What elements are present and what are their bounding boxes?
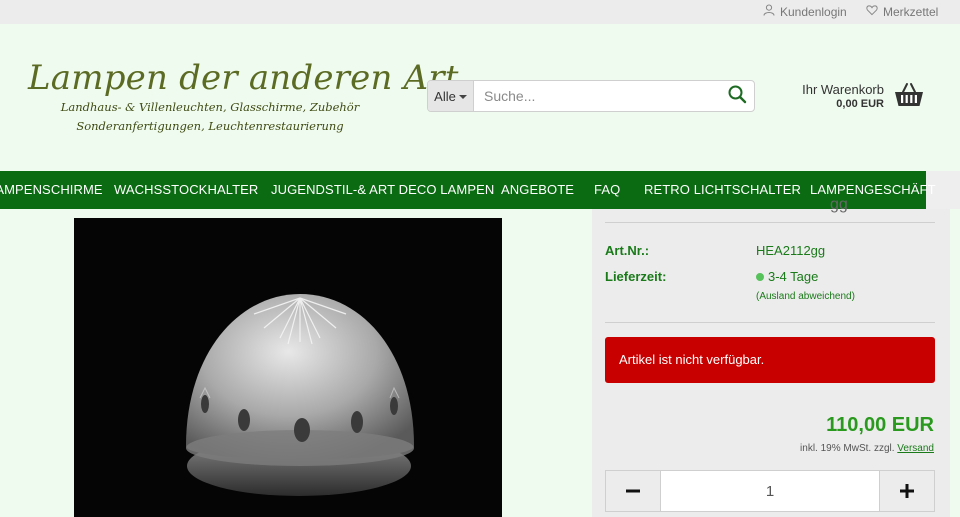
status-dot-icon <box>756 273 764 281</box>
customer-login-link[interactable]: Kundenlogin <box>763 4 847 19</box>
product-title-fragment: gg <box>830 196 848 213</box>
search-icon <box>727 84 747 109</box>
cart-total: 0,00 EUR <box>836 98 884 110</box>
search-button[interactable] <box>720 81 754 111</box>
availability-alert: Artikel ist nicht verfügbar. <box>605 337 935 383</box>
heart-icon <box>866 4 878 19</box>
quantity-increase-button[interactable] <box>879 471 934 511</box>
nav-item-angebote[interactable]: ANGEBOTE <box>501 171 574 209</box>
delivery-note: (Ausland abweichend) <box>756 291 855 302</box>
sku-label: Art.Nr.: <box>605 243 650 258</box>
main-navigation: LAMPENSCHIRME WACHSSTOCKHALTER JUGENDSTI… <box>0 171 960 209</box>
nav-item-faq[interactable]: FAQ <box>594 171 620 209</box>
quantity-decrease-button[interactable] <box>606 471 661 511</box>
logo-tagline-1: Landhaus- & Villenleuchten, Glasschirme,… <box>60 100 360 114</box>
tax-note: inkl. 19% MwSt. zzgl. Versand <box>800 443 934 454</box>
cart-label: Ihr Warenkorb <box>802 82 884 97</box>
quantity-input[interactable] <box>661 471 879 511</box>
wishlist-link[interactable]: Merkzettel <box>866 4 938 19</box>
delivery-label: Lieferzeit: <box>605 269 667 284</box>
divider <box>605 222 935 223</box>
tax-note-text: inkl. 19% MwSt. zzgl. <box>800 443 895 454</box>
cart-widget[interactable]: Ihr Warenkorb 0,00 EUR <box>790 82 940 114</box>
search-category-dropdown[interactable]: Alle <box>428 81 474 111</box>
nav-item-lampenschirme[interactable]: LAMPENSCHIRME <box>0 171 103 209</box>
nav-item-lampengeschaeft[interactable]: LAMPENGESCHÄFT <box>810 171 936 209</box>
delivery-status: 3-4 Tage <box>756 269 818 284</box>
logo-title: Lampen der anderen Art <box>28 58 459 98</box>
sku-value: HEA2112gg <box>756 243 826 258</box>
nav-item-jugendstil-art-deco[interactable]: JUGENDSTIL-& ART DECO LAMPEN <box>271 171 494 209</box>
user-icon <box>763 4 775 19</box>
basket-icon <box>894 82 924 113</box>
glass-shade-image <box>186 294 414 496</box>
search-input[interactable] <box>474 81 720 111</box>
logo-tagline-2: Sonderanfertigungen, Leuchtenrestaurieru… <box>76 119 344 133</box>
quantity-stepper <box>605 470 935 512</box>
product-price: 110,00 EUR <box>826 414 934 436</box>
wishlist-label: Merkzettel <box>883 4 939 19</box>
nav-item-wachsstockhalter[interactable]: WACHSSTOCKHALTER <box>114 171 258 209</box>
plus-icon <box>900 484 914 498</box>
search-category-label: Alle <box>434 88 456 104</box>
shipping-link[interactable]: Versand <box>897 443 934 454</box>
minus-icon <box>626 489 640 493</box>
delivery-value: 3-4 Tage <box>768 269 819 284</box>
site-logo[interactable]: Lampen der anderen Art Landhaus- & Ville… <box>28 58 459 136</box>
search-bar: Alle <box>427 80 755 112</box>
product-image[interactable] <box>74 218 502 517</box>
top-bar: Kundenlogin Merkzettel <box>0 0 960 24</box>
customer-login-label: Kundenlogin <box>780 4 847 19</box>
nav-item-retro-lichtschalter[interactable]: RETRO LICHTSCHALTER <box>644 171 801 209</box>
caret-down-icon <box>458 95 467 99</box>
divider <box>605 322 935 323</box>
